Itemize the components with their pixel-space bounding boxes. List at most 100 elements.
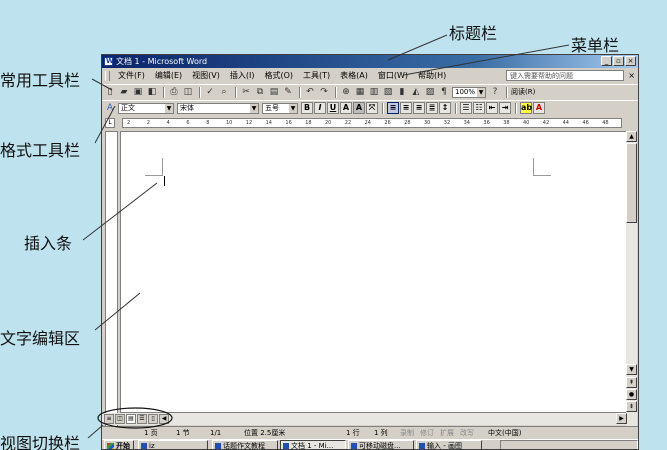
print-layout-view-icon[interactable]: ▤: [126, 414, 136, 424]
italic-button[interactable]: I: [314, 102, 326, 114]
scroll-up-icon[interactable]: ▲: [626, 131, 637, 142]
align-center-icon[interactable]: ≡: [400, 102, 412, 114]
bold-button[interactable]: B: [301, 102, 313, 114]
normal-view-icon[interactable]: ≡: [104, 414, 114, 424]
increase-indent-icon[interactable]: ⇥: [499, 102, 511, 114]
status-track-changes[interactable]: 修订: [420, 427, 434, 439]
menu-help[interactable]: 帮助(H): [413, 69, 451, 83]
ruler-tick-label: 14: [265, 120, 272, 126]
font-select[interactable]: 宋体 ▼: [177, 102, 259, 114]
help-icon[interactable]: ?: [489, 86, 501, 98]
open-folder-icon[interactable]: ▰: [118, 86, 130, 98]
taskbar-item[interactable]: 输入 - 画图: [416, 440, 482, 449]
style-select[interactable]: 正文 ▼: [118, 102, 174, 114]
tables-borders-icon[interactable]: ▦: [354, 86, 366, 98]
taskbar-item[interactable]: 可移动磁盘...: [348, 440, 414, 449]
distributed-align-icon[interactable]: ≣: [426, 102, 438, 114]
taskbar-item[interactable]: iz: [138, 440, 208, 449]
underline-button[interactable]: U: [327, 102, 339, 114]
chevron-down-icon[interactable]: ▼: [477, 87, 485, 97]
menu-table[interactable]: 表格(A): [335, 69, 373, 83]
decrease-indent-icon[interactable]: ⇤: [486, 102, 498, 114]
character-shading-icon[interactable]: A: [353, 102, 365, 114]
toolbar-separator: [299, 86, 301, 98]
web-view-icon[interactable]: ◫: [115, 414, 125, 424]
paste-icon[interactable]: ▤: [268, 86, 280, 98]
reading-view-icon[interactable]: ▯: [148, 414, 158, 424]
scroll-right-icon[interactable]: ▶: [616, 413, 627, 424]
menu-grip[interactable]: [105, 71, 110, 81]
research-icon[interactable]: ⌕: [218, 86, 230, 98]
new-document-icon[interactable]: ▯: [104, 86, 116, 98]
cut-icon[interactable]: ✂: [240, 86, 252, 98]
browse-object-icon[interactable]: ●: [626, 389, 637, 400]
ruler-tick-label: 26: [384, 120, 391, 126]
status-record[interactable]: 录制: [400, 427, 414, 439]
format-painter-icon[interactable]: ✎: [282, 86, 294, 98]
permission-icon[interactable]: ◧: [146, 86, 158, 98]
title-bar[interactable]: 文档 1 - Microsoft Word _ ▫ ×: [102, 55, 638, 68]
character-border-icon[interactable]: A: [340, 102, 352, 114]
menu-format[interactable]: 格式(O): [259, 69, 298, 83]
help-search-input[interactable]: 键入需要帮助的问题: [506, 70, 624, 81]
chevron-down-icon[interactable]: ▼: [250, 103, 258, 113]
spelling-icon[interactable]: ✓: [204, 86, 216, 98]
scroll-left-icon[interactable]: ◀: [159, 414, 169, 424]
copy-icon[interactable]: ⧉: [254, 86, 266, 98]
taskbar-item-active[interactable]: 文档 1 - Mi...: [280, 440, 346, 449]
hyperlink-icon[interactable]: ⊕: [340, 86, 352, 98]
font-color-icon[interactable]: A: [533, 102, 545, 114]
read-mode-button[interactable]: 阅读(R): [511, 87, 535, 97]
restore-button[interactable]: ▫: [613, 56, 624, 66]
scroll-down-icon[interactable]: ▼: [626, 364, 637, 375]
document-close-icon[interactable]: ×: [628, 69, 635, 83]
status-extend[interactable]: 扩展: [440, 427, 454, 439]
minimize-button[interactable]: _: [601, 56, 612, 66]
menu-view[interactable]: 视图(V): [187, 69, 225, 83]
previous-page-icon[interactable]: ⇞: [626, 377, 637, 388]
chevron-down-icon[interactable]: ▼: [165, 103, 173, 113]
chevron-down-icon[interactable]: ▼: [289, 103, 297, 113]
numbering-icon[interactable]: ☰: [460, 102, 472, 114]
save-icon[interactable]: ▣: [132, 86, 144, 98]
insert-excel-icon[interactable]: ▧: [382, 86, 394, 98]
highlight-icon[interactable]: ab: [520, 102, 532, 114]
redo-icon[interactable]: ↷: [318, 86, 330, 98]
document-edit-area[interactable]: [120, 131, 628, 413]
show-hide-icon[interactable]: ¶: [438, 86, 450, 98]
scroll-thumb[interactable]: [626, 143, 637, 223]
tab-selector[interactable]: L: [105, 118, 115, 128]
line-spacing-icon[interactable]: ↕: [439, 102, 451, 114]
horizontal-ruler[interactable]: L 2 2 4 6 8 10 12 14 16 18 20 22 24 26 28 30 32 34 36 38 40 4…: [102, 117, 638, 129]
menu-window[interactable]: 窗口(W): [373, 69, 413, 83]
vertical-ruler[interactable]: [105, 131, 118, 427]
status-overwrite[interactable]: 改写: [460, 427, 474, 439]
bullets-icon[interactable]: ☷: [473, 102, 485, 114]
vertical-scrollbar[interactable]: ▲ ▼ ⇞ ● ⇟: [626, 131, 637, 427]
menu-insert[interactable]: 插入(I): [225, 69, 260, 83]
drawing-icon[interactable]: ◭: [410, 86, 422, 98]
close-button[interactable]: ×: [625, 56, 636, 66]
outline-view-icon[interactable]: ☰: [137, 414, 147, 424]
styles-formatting-icon[interactable]: A: [104, 102, 116, 114]
undo-icon[interactable]: ↶: [304, 86, 316, 98]
ruler-tick-label: 40: [523, 120, 530, 126]
menu-edit[interactable]: 编辑(E): [150, 69, 187, 83]
align-justify-icon[interactable]: ≡: [387, 102, 399, 114]
align-right-icon[interactable]: ≡: [413, 102, 425, 114]
columns-icon[interactable]: ▮: [396, 86, 408, 98]
horizontal-scrollbar[interactable]: ≡ ◫ ▤ ☰ ▯ ◀ ▶: [102, 413, 628, 425]
print-preview-icon[interactable]: ◫: [182, 86, 194, 98]
start-button[interactable]: 开始: [104, 440, 134, 449]
print-icon[interactable]: ⎙: [168, 86, 180, 98]
word-app-icon[interactable]: [104, 55, 114, 68]
menu-tools[interactable]: 工具(T): [298, 69, 335, 83]
zoom-select[interactable]: 100% ▼: [452, 86, 486, 98]
taskbar-item[interactable]: 话题作文教程: [212, 440, 278, 449]
font-size-select[interactable]: 五号 ▼: [262, 102, 298, 114]
document-map-icon[interactable]: ▨: [424, 86, 436, 98]
menu-file[interactable]: 文件(F): [113, 69, 150, 83]
insert-table-icon[interactable]: ▥: [368, 86, 380, 98]
character-scaling-icon[interactable]: ⤧: [366, 102, 378, 114]
next-page-icon[interactable]: ⇟: [626, 401, 637, 412]
